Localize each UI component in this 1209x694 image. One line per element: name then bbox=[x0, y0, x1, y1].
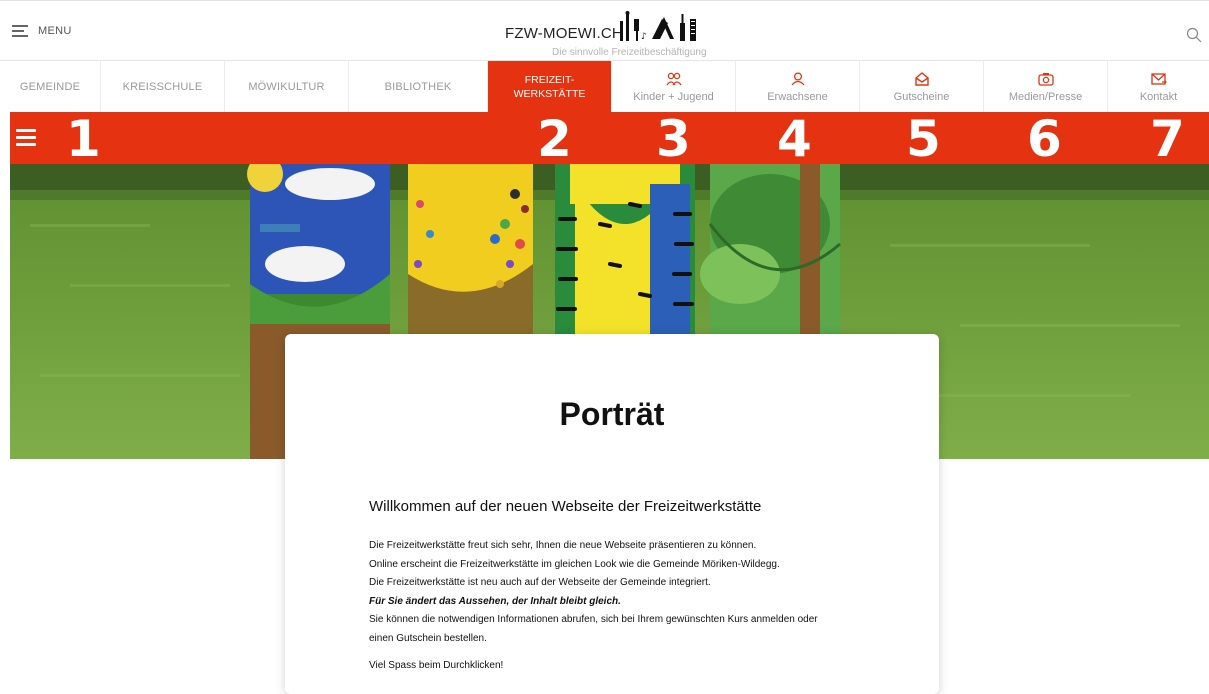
svg-text:♪: ♪ bbox=[641, 32, 647, 41]
nav-item-kinder-jugend[interactable]: Kinder + Jugend bbox=[612, 61, 736, 113]
nav-item-freizeitwerkstaette[interactable]: FREIZEIT- WERKSTÄTTE bbox=[488, 61, 612, 113]
nav-label: GEMEINDE bbox=[19, 81, 81, 93]
nav-label: MÖWIKULTUR bbox=[248, 81, 325, 93]
paragraph: Die Freizeitwerkstätte freut sich sehr, … bbox=[369, 540, 757, 551]
number-label: 7 bbox=[1150, 110, 1185, 168]
paragraph: Die Freizeitwerkstätte ist neu auch auf … bbox=[369, 577, 711, 588]
nav-item-kreisschule[interactable]: KREISSCHULE bbox=[101, 61, 225, 113]
people-icon bbox=[665, 72, 682, 86]
top-header: MENU FZW-MOEWI.CH ♪ Die sinnvolle Freize… bbox=[0, 0, 1209, 61]
adult-icon bbox=[791, 72, 804, 86]
nav-label: Erwachsene bbox=[767, 91, 828, 103]
nav-label: BIBLIOTHEK bbox=[384, 81, 452, 93]
content-card: Porträt Willkommen auf der neuen Webseit… bbox=[285, 334, 939, 694]
nav-item-gutscheine[interactable]: Gutscheine bbox=[860, 61, 984, 113]
paragraph: Viel Spass beim Durchklicken! bbox=[369, 660, 504, 671]
nav-item-erwachsene[interactable]: Erwachsene bbox=[736, 61, 860, 113]
nav-label-line1: FREIZEIT- bbox=[524, 74, 575, 86]
voucher-icon bbox=[914, 72, 929, 86]
hamburger-icon[interactable] bbox=[16, 129, 36, 150]
nav-label: Gutscheine bbox=[893, 91, 950, 103]
tools-logo-icon: ♪ bbox=[620, 11, 696, 41]
section-heading: Willkommen auf der neuen Webseite der Fr… bbox=[369, 498, 762, 515]
brand-name: FZW-MOEWI.CH bbox=[505, 25, 623, 42]
nav-item-medien-presse[interactable]: Medien/Presse bbox=[984, 61, 1108, 113]
number-label: 5 bbox=[906, 110, 941, 168]
number-label: 6 bbox=[1027, 110, 1062, 168]
menu-button[interactable]: MENU bbox=[12, 25, 72, 37]
nav-item-bibliothek[interactable]: BIBLIOTHEK bbox=[349, 61, 488, 113]
paragraph: Sie können die notwendigen Informationen… bbox=[369, 614, 818, 625]
nav-label-line2: WERKSTÄTTE bbox=[513, 88, 586, 100]
main-nav: GEMEINDE KREISSCHULE MÖWIKULTUR BIBLIOTH… bbox=[0, 60, 1209, 113]
nav-label: Kontakt bbox=[1139, 91, 1178, 103]
nav-label: Medien/Presse bbox=[1008, 91, 1083, 103]
camera-icon bbox=[1037, 73, 1054, 86]
menu-icon bbox=[12, 25, 28, 37]
page-title: Porträt bbox=[559, 396, 665, 432]
nav-item-gemeinde[interactable]: GEMEINDE bbox=[0, 61, 101, 113]
nav-item-kontakt[interactable]: Kontakt bbox=[1108, 61, 1209, 113]
paragraph: Online erscheint die Freizeitwerkstätte … bbox=[369, 558, 780, 570]
site-logo[interactable]: FZW-MOEWI.CH ♪ Die sinnvolle Freizeitbes… bbox=[505, 9, 735, 59]
content-body: Die Freizeitwerkstätte freut sich sehr, … bbox=[369, 537, 869, 676]
number-label: 1 bbox=[66, 110, 101, 168]
menu-label: MENU bbox=[38, 25, 72, 37]
search-icon[interactable] bbox=[1186, 27, 1202, 43]
paragraph: einen Gutschein bestellen. bbox=[369, 632, 487, 644]
number-label: 4 bbox=[777, 110, 812, 168]
emphasis-paragraph: Für Sie ändert das Aussehen, der Inhalt … bbox=[369, 595, 621, 607]
number-bar: 1 2 3 4 5 6 7 bbox=[10, 110, 1209, 168]
mail-icon bbox=[1150, 73, 1167, 85]
nav-item-moewikultur[interactable]: MÖWIKULTUR bbox=[225, 61, 349, 113]
number-label: 3 bbox=[656, 110, 691, 168]
tagline: Die sinnvolle Freizeitbeschäftigung bbox=[552, 47, 707, 58]
nav-label: Kinder + Jugend bbox=[633, 91, 714, 103]
number-label: 2 bbox=[537, 110, 572, 168]
nav-label: KREISSCHULE bbox=[122, 81, 203, 93]
